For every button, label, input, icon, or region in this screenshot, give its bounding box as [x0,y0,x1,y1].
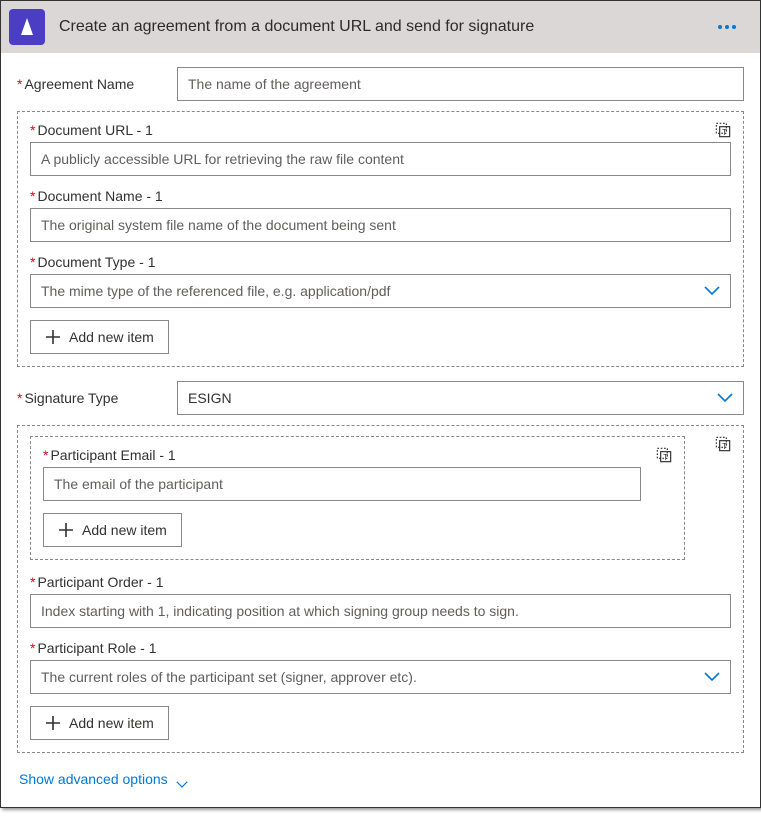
svg-text:T: T [722,127,727,137]
document-type-value: The mime type of the referenced file, e.… [41,283,390,299]
add-participant-email-label: Add new item [82,522,167,538]
add-participant-set-label: Add new item [69,715,154,731]
participant-role-label: Participant Role - 1 [30,640,731,656]
document-type-select[interactable]: The mime type of the referenced file, e.… [30,274,731,308]
ellipsis-icon [718,25,722,29]
signature-type-row: Signature Type ESIGN [17,381,744,415]
add-document-item-button[interactable]: Add new item [30,320,169,354]
plus-icon [58,522,74,538]
document-url-input[interactable]: A publicly accessible URL for retrieving… [30,142,731,176]
chevron-down-icon [704,286,720,296]
chevron-down-icon [717,393,733,403]
participant-role-value: The current roles of the participant set… [41,669,417,685]
switch-array-icon[interactable]: T [713,434,733,454]
document-url-label: Document URL - 1 [30,122,731,138]
card-header: Create an agreement from a document URL … [1,1,760,53]
add-participant-set-button[interactable]: Add new item [30,706,169,740]
agreement-name-row: Agreement Name The name of the agreement [17,67,744,101]
document-name-input[interactable]: The original system file name of the doc… [30,208,731,242]
participants-group: T T Participant Email - 1 The email of t… [17,425,744,753]
signature-type-label: Signature Type [17,390,177,406]
participant-order-label: Participant Order - 1 [30,574,731,590]
card-menu-button[interactable] [710,17,744,37]
show-advanced-options-label: Show advanced options [19,771,168,787]
document-url-field: Document URL - 1 A publicly accessible U… [30,122,731,176]
show-advanced-options-link[interactable]: Show advanced options [17,767,188,793]
chevron-down-icon [176,775,188,783]
document-name-label: Document Name - 1 [30,188,731,204]
ellipsis-icon [732,25,736,29]
participant-email-input[interactable]: The email of the participant [43,467,641,501]
participant-email-label: Participant Email - 1 [43,447,672,463]
document-type-label: Document Type - 1 [30,254,731,270]
document-group: T Document URL - 1 A publicly accessible… [17,111,744,367]
plus-icon [45,329,61,345]
signature-type-value: ESIGN [188,390,232,406]
add-document-label: Add new item [69,329,154,345]
participant-email-subgroup: T Participant Email - 1 The email of the… [30,436,685,560]
ellipsis-icon [725,25,729,29]
card-body: Agreement Name The name of the agreement… [1,53,760,807]
card-title: Create an agreement from a document URL … [59,18,696,36]
switch-array-icon[interactable]: T [713,120,733,140]
participant-role-select[interactable]: The current roles of the participant set… [30,660,731,694]
add-participant-email-button[interactable]: Add new item [43,513,182,547]
switch-array-icon[interactable]: T [654,445,674,465]
participant-order-input[interactable]: Index starting with 1, indicating positi… [30,594,731,628]
svg-text:T: T [663,452,668,462]
participant-role-field: Participant Role - 1 The current roles o… [30,640,731,694]
action-card: Create an agreement from a document URL … [0,0,761,808]
agreement-name-input[interactable]: The name of the agreement [177,67,744,101]
plus-icon [45,715,61,731]
document-type-field: Document Type - 1 The mime type of the r… [30,254,731,308]
signature-type-select[interactable]: ESIGN [177,381,744,415]
document-name-field: Document Name - 1 The original system fi… [30,188,731,242]
participant-email-field: Participant Email - 1 The email of the p… [43,447,672,501]
svg-text:T: T [722,441,727,451]
adobe-sign-icon [9,9,45,45]
chevron-down-icon [704,672,720,682]
participant-order-field: Participant Order - 1 Index starting wit… [30,574,731,628]
agreement-name-label: Agreement Name [17,76,177,92]
